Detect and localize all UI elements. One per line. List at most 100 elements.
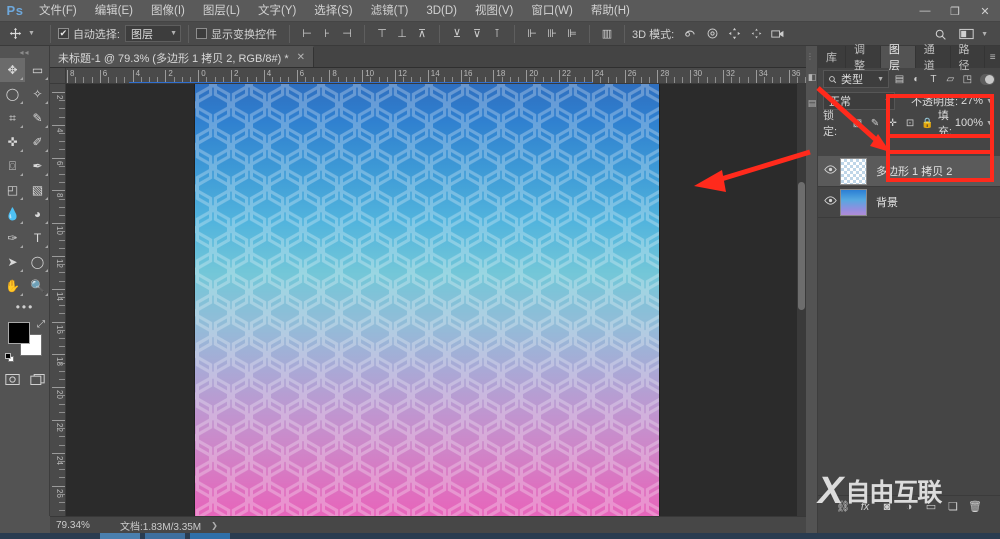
filter-enable-toggle[interactable]: [979, 73, 995, 85]
tab-paths[interactable]: 路径: [951, 44, 986, 72]
menu-filter[interactable]: 滤镜(T): [362, 0, 418, 22]
taskbar-item[interactable]: [100, 533, 140, 539]
tab-libraries[interactable]: 库: [818, 46, 846, 68]
marquee-tool[interactable]: ▭: [25, 58, 50, 82]
distribute-right-icon[interactable]: ⊫: [562, 24, 582, 44]
canvas-area[interactable]: [66, 84, 806, 516]
gradient-tool[interactable]: ▧: [25, 178, 50, 202]
align-left-icon[interactable]: ⊢: [297, 24, 317, 44]
quick-mask-button[interactable]: [0, 368, 25, 390]
crop-tool[interactable]: ⌗: [0, 106, 25, 130]
vertical-ruler[interactable]: 2468101214161820222426: [50, 84, 66, 516]
distribute-center-icon[interactable]: ⊪: [542, 24, 562, 44]
minimize-button[interactable]: —: [910, 0, 940, 22]
eraser-tool[interactable]: ◰: [0, 178, 25, 202]
menu-help[interactable]: 帮助(H): [582, 0, 639, 22]
quick-selection-tool[interactable]: ✧: [25, 82, 50, 106]
panel-menu-icon[interactable]: ≡: [985, 46, 1000, 68]
smart-object-filter-icon[interactable]: ◳: [961, 70, 974, 88]
menu-window[interactable]: 窗口(W): [522, 0, 582, 22]
auto-select-checkbox[interactable]: ✔: [57, 28, 69, 39]
foreground-color-swatch[interactable]: [8, 322, 30, 344]
eyedropper-tool[interactable]: ✎: [25, 106, 50, 130]
align-right-icon[interactable]: ⊣: [337, 24, 357, 44]
align-center-h-icon[interactable]: ⊦: [317, 24, 337, 44]
pixel-layer-filter-icon[interactable]: ▤: [893, 70, 906, 88]
taskbar-item[interactable]: [145, 533, 185, 539]
link-layers-button[interactable]: ⛓: [835, 498, 852, 516]
layer-thumbnail[interactable]: [840, 157, 867, 185]
document-tab[interactable]: 未标题-1 @ 79.3% (多边形 1 拷贝 2, RGB/8#) * ✕: [50, 46, 315, 67]
move-tool-icon[interactable]: [4, 24, 26, 44]
chevron-down-icon[interactable]: ▼: [986, 120, 993, 127]
eye-icon[interactable]: [820, 165, 840, 177]
adjustment-layer-button[interactable]: ◑: [901, 498, 918, 516]
swap-colors-icon[interactable]: ⤢: [37, 319, 45, 330]
delete-layer-button[interactable]: 🗑: [967, 498, 984, 516]
lock-artboard-nesting-icon[interactable]: ⊡: [903, 115, 918, 131]
screen-mode-button[interactable]: [25, 368, 50, 390]
adjustment-layer-filter-icon[interactable]: ◐: [910, 70, 923, 88]
menu-file[interactable]: 文件(F): [30, 0, 86, 22]
blur-tool[interactable]: 💧: [0, 202, 25, 226]
rotate-3d-icon[interactable]: [679, 24, 701, 44]
distribute-top-icon[interactable]: ⊻: [447, 24, 467, 44]
hand-tool[interactable]: ✋: [0, 274, 25, 298]
zoom-level[interactable]: 79.34%: [56, 520, 108, 531]
lasso-tool[interactable]: ◯: [0, 82, 25, 106]
pan-3d-icon[interactable]: [723, 24, 745, 44]
shape-layer-filter-icon[interactable]: ▱: [944, 70, 957, 88]
zoom-tool[interactable]: 🔍: [25, 274, 50, 298]
type-tool[interactable]: T: [25, 226, 50, 250]
slide-3d-icon[interactable]: [745, 24, 767, 44]
pen-tool[interactable]: ✑: [0, 226, 25, 250]
distribute-left-icon[interactable]: ⊩: [522, 24, 542, 44]
healing-brush-tool[interactable]: ✜: [0, 130, 25, 154]
edit-toolbar-button[interactable]: •••: [0, 298, 50, 316]
dock-rail-grip[interactable]: ⋮⋮: [806, 46, 823, 61]
lock-transparent-pixels-icon[interactable]: ▨: [850, 115, 865, 131]
eye-icon[interactable]: [820, 196, 840, 208]
workspace-chevron-down-icon[interactable]: ▼: [979, 31, 990, 38]
chevron-down-icon[interactable]: ▼: [986, 98, 993, 105]
menu-edit[interactable]: 编辑(E): [86, 0, 142, 22]
tab-adjustments[interactable]: 调整: [846, 44, 881, 72]
type-layer-filter-icon[interactable]: T: [927, 70, 940, 88]
close-button[interactable]: ✕: [970, 0, 1000, 22]
layer-row[interactable]: 多边形 1 拷贝 2: [818, 156, 1000, 187]
default-colors-icon[interactable]: [5, 353, 15, 363]
fill-control[interactable]: 填充: 100% ▼: [938, 110, 995, 138]
canvas-vertical-scrollbar[interactable]: [797, 84, 806, 516]
show-transform-checkbox[interactable]: [196, 28, 207, 39]
align-top-icon[interactable]: ⊤: [372, 24, 392, 44]
ruler-corner[interactable]: [50, 68, 66, 84]
status-chevron-icon[interactable]: ❯: [211, 521, 218, 530]
new-group-button[interactable]: ▭: [923, 498, 940, 516]
scale-3d-icon[interactable]: [767, 24, 789, 44]
layer-row[interactable]: 背景: [818, 187, 1000, 218]
move-tool[interactable]: ✥: [0, 58, 25, 82]
horizontal-ruler[interactable]: 8 6 4 2 0 2 4 6 8 10 12 14 16 18 20 22 24 26 28 30 32 34 36: [66, 68, 806, 84]
lock-image-pixels-icon[interactable]: ✎: [868, 115, 883, 131]
clone-stamp-tool[interactable]: ⌼: [0, 154, 25, 178]
tab-channels[interactable]: 通道: [916, 44, 951, 72]
ellipse-shape-tool[interactable]: ◯: [25, 250, 50, 274]
menu-select[interactable]: 选择(S): [305, 0, 361, 22]
taskbar-item[interactable]: [190, 533, 230, 539]
show-transform-group[interactable]: 显示变换控件: [196, 26, 282, 42]
distribute-bottom-icon[interactable]: ⊺: [487, 24, 507, 44]
align-bottom-icon[interactable]: ⊼: [412, 24, 432, 44]
properties-panel-icon[interactable]: ▤: [806, 93, 818, 113]
menu-type[interactable]: 文字(Y): [249, 0, 305, 22]
menu-3d[interactable]: 3D(D): [417, 0, 466, 22]
auto-select-group[interactable]: ✔ 自动选择: 图层 ▼: [57, 25, 181, 42]
fill-value[interactable]: 100%: [955, 117, 983, 129]
distribute-middle-icon[interactable]: ⊽: [467, 24, 487, 44]
auto-select-dropdown[interactable]: 图层 ▼: [125, 25, 181, 42]
layer-style-button[interactable]: fx: [857, 498, 874, 516]
path-selection-tool[interactable]: ➤: [0, 250, 25, 274]
layer-thumbnail[interactable]: [840, 188, 867, 216]
scrollbar-thumb[interactable]: [798, 182, 805, 310]
brush-tool[interactable]: ✐: [25, 130, 50, 154]
history-brush-tool[interactable]: ✒: [25, 154, 50, 178]
